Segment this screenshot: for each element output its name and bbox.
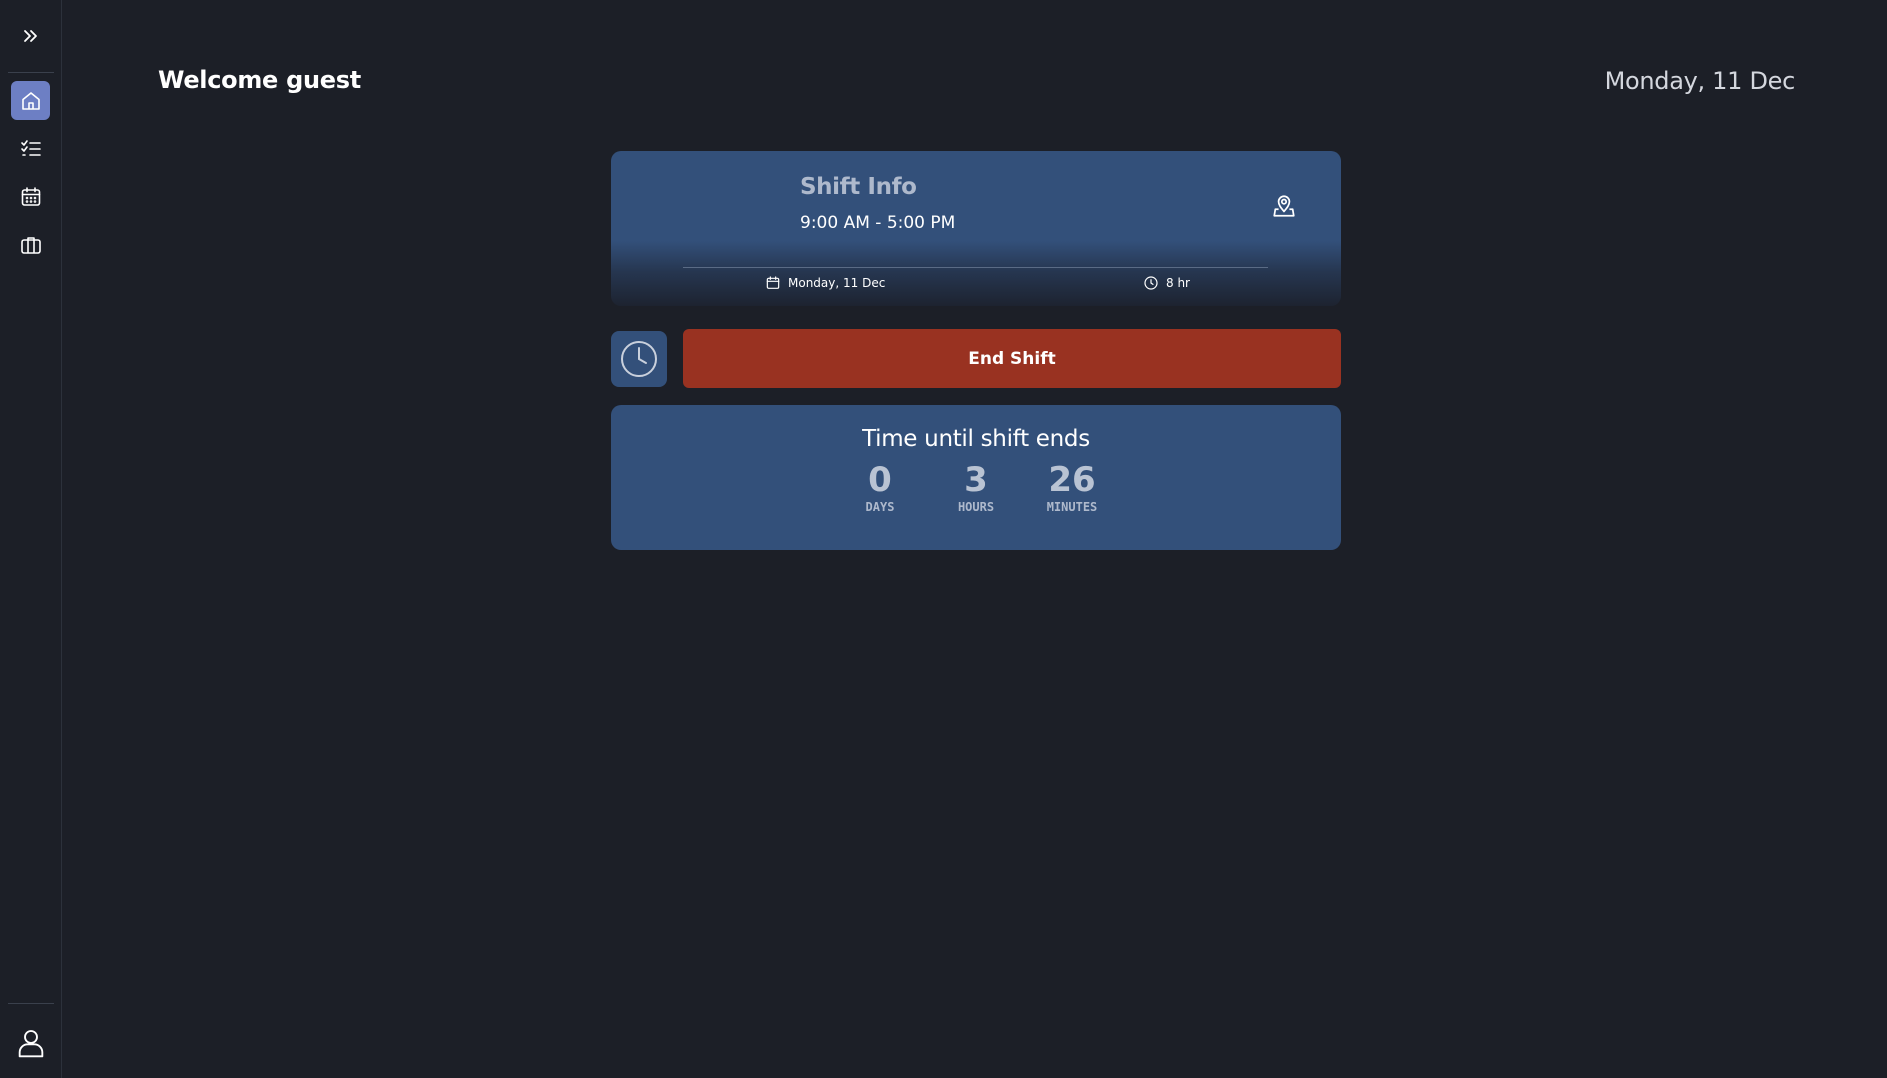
sidebar-item-home[interactable] — [11, 81, 50, 120]
countdown-days-label: DAYS — [865, 500, 895, 514]
calendar-icon — [21, 186, 40, 206]
clock-icon — [1144, 276, 1158, 290]
countdown-hours-label: HOURS — [957, 500, 995, 514]
countdown-card: Time until shift ends 0 DAYS 3 HOURS 26 … — [611, 405, 1341, 550]
shift-card-divider — [683, 267, 1268, 268]
sidebar-divider-bottom — [8, 1003, 54, 1004]
countdown-minutes-value: 26 — [1048, 460, 1096, 500]
shift-date-meta: Monday, 11 Dec — [765, 275, 885, 291]
current-date: Monday, 11 Dec — [1604, 67, 1796, 95]
sidebar-divider-top — [8, 72, 54, 73]
countdown-minutes: 26 MINUTES — [1043, 461, 1101, 514]
user-icon — [18, 1029, 43, 1057]
sidebar-item-jobs[interactable] — [11, 225, 50, 264]
countdown-days-value: 0 — [868, 460, 892, 500]
shift-time-range: 9:00 AM - 5:00 PM — [800, 213, 956, 233]
profile-button[interactable] — [11, 1023, 50, 1062]
sidebar-item-tasks[interactable] — [11, 129, 50, 168]
expand-sidebar-button[interactable] — [11, 16, 50, 55]
shift-date: Monday, 11 Dec — [788, 276, 886, 290]
location-user-icon[interactable] — [1271, 193, 1297, 219]
briefcase-icon — [20, 236, 41, 254]
clock-icon — [621, 341, 657, 377]
shift-duration: 8 hr — [1166, 276, 1190, 290]
countdown-days: 0 DAYS — [851, 461, 909, 514]
sidebar — [0, 0, 62, 1078]
sidebar-item-calendar[interactable] — [11, 177, 50, 216]
countdown-hours: 3 HOURS — [947, 461, 1005, 514]
chevrons-right-icon — [23, 29, 37, 42]
shift-info-title: Shift Info — [800, 174, 917, 200]
countdown-units: 0 DAYS 3 HOURS 26 MINUTES — [611, 461, 1341, 514]
checklist-icon — [20, 139, 41, 156]
welcome-heading: Welcome guest — [158, 66, 361, 94]
calendar-icon — [766, 276, 780, 289]
countdown-hours-value: 3 — [964, 460, 988, 500]
shift-duration-meta: 8 hr — [1143, 275, 1190, 291]
countdown-minutes-label: MINUTES — [1046, 500, 1098, 514]
shift-info-card: Shift Info 9:00 AM - 5:00 PM Monday, 11 … — [611, 151, 1341, 306]
countdown-title: Time until shift ends — [862, 426, 1090, 452]
home-icon — [21, 91, 40, 110]
end-shift-button[interactable]: End Shift — [683, 329, 1341, 388]
clock-button[interactable] — [611, 331, 667, 387]
